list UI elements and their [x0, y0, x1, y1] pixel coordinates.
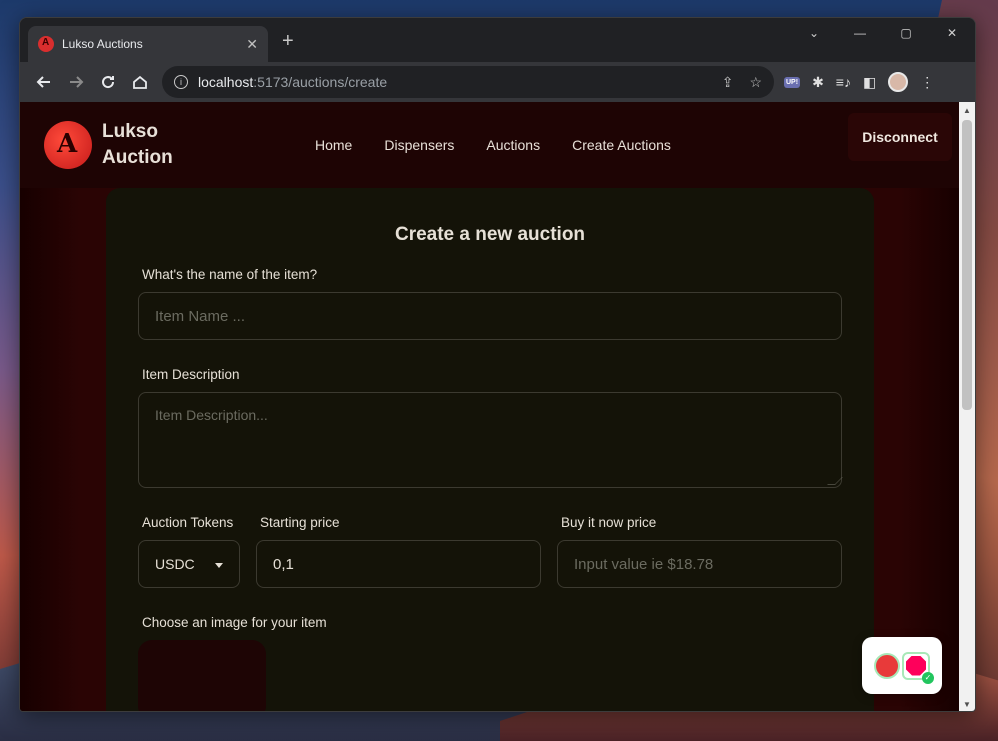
home-icon: [133, 75, 147, 89]
scroll-thumb[interactable]: [962, 120, 972, 410]
omnibox-actions: ⇪ ☆: [722, 74, 762, 91]
description-placeholder: Item Description...: [155, 407, 268, 423]
browser-toolbar: i localhost:5173/auctions/create ⇪ ☆ UP!…: [20, 62, 975, 102]
arrow-left-icon: [36, 76, 50, 88]
site-logo-text[interactable]: Lukso Auction: [102, 119, 173, 171]
browser-window: Lukso Auctions ✕ + ⌄ — ▢ ✕ i localhost:5…: [19, 17, 976, 712]
favicon-icon: [38, 36, 54, 52]
url-text: localhost:5173/auctions/create: [198, 74, 388, 90]
close-tab-icon[interactable]: ✕: [246, 36, 258, 53]
extensions-area: UP! ✱ ≡♪ ◧ ⋮: [784, 72, 934, 92]
home-button[interactable]: [124, 66, 156, 98]
lukso-auction-logo-icon: [874, 652, 900, 679]
browser-tab[interactable]: Lukso Auctions ✕: [28, 26, 268, 62]
close-window-button[interactable]: ✕: [929, 18, 975, 48]
window-controls: ⌄ — ▢ ✕: [791, 18, 975, 48]
auction-tokens-label: Auction Tokens: [142, 515, 234, 530]
site-info-icon[interactable]: i: [174, 75, 188, 89]
arrow-right-icon: [70, 76, 84, 88]
nav-auctions[interactable]: Auctions: [486, 137, 540, 153]
puzzle-icon[interactable]: ✱: [812, 74, 824, 91]
media-queue-icon[interactable]: ≡♪: [836, 74, 851, 90]
caret-down-icon: [215, 563, 223, 568]
new-tab-button[interactable]: +: [282, 30, 294, 53]
share-icon[interactable]: ⇪: [722, 74, 734, 91]
item-description-textarea[interactable]: Item Description...: [138, 392, 843, 488]
reload-button[interactable]: [92, 66, 124, 98]
title-bar: Lukso Auctions ✕ + ⌄ — ▢ ✕: [20, 18, 975, 62]
side-panel-icon[interactable]: ◧: [863, 74, 876, 91]
check-icon: ✓: [922, 671, 934, 684]
reload-icon: [102, 76, 115, 89]
lukso-logo-icon[interactable]: [44, 121, 92, 169]
selected-token: USDC: [155, 556, 195, 572]
minimize-button[interactable]: —: [837, 18, 883, 48]
wallet-extension-popup[interactable]: ✓: [862, 637, 942, 694]
item-description-label: Item Description: [142, 367, 240, 382]
starting-price-label: Starting price: [260, 515, 340, 530]
bookmark-star-icon[interactable]: ☆: [749, 74, 762, 91]
page-scrollbar[interactable]: ▲ ▼: [959, 102, 975, 711]
auction-tokens-select[interactable]: USDC: [138, 540, 240, 588]
scroll-up-icon[interactable]: ▲: [963, 106, 971, 115]
universal-profile-icon: ✓: [902, 651, 934, 684]
site-header: Lukso Auction Home Dispensers Auctions C…: [20, 102, 960, 188]
disconnect-button[interactable]: Disconnect: [848, 113, 952, 161]
forward-button[interactable]: [60, 66, 92, 98]
address-bar[interactable]: i localhost:5173/auctions/create ⇪ ☆: [162, 66, 774, 98]
nav-home[interactable]: Home: [315, 137, 352, 153]
nav-dispensers[interactable]: Dispensers: [384, 137, 454, 153]
profile-avatar[interactable]: [888, 72, 909, 92]
page-viewport: Lukso Auction Home Dispensers Auctions C…: [20, 102, 960, 711]
tab-title: Lukso Auctions: [62, 37, 143, 51]
item-name-input[interactable]: Item Name ...: [138, 292, 842, 340]
buy-now-price-label: Buy it now price: [561, 515, 657, 530]
maximize-button[interactable]: ▢: [883, 18, 929, 48]
up-icon[interactable]: UP!: [784, 76, 801, 88]
menu-icon[interactable]: ⋮: [920, 74, 934, 91]
nav-create-auctions[interactable]: Create Auctions: [572, 137, 671, 153]
resize-handle-icon[interactable]: [827, 477, 843, 485]
buy-now-price-input[interactable]: Input value ie $18.78: [557, 540, 842, 588]
create-auction-form: Create a new auction What's the name of …: [106, 188, 874, 711]
main-nav: Home Dispensers Auctions Create Auctions: [315, 102, 671, 188]
back-button[interactable]: [28, 66, 60, 98]
item-name-label: What's the name of the item?: [142, 267, 318, 282]
scroll-down-icon[interactable]: ▼: [963, 700, 971, 709]
form-title: Create a new auction: [394, 224, 586, 245]
page-body: Create a new auction What's the name of …: [20, 188, 960, 711]
image-upload-area[interactable]: [138, 640, 266, 711]
starting-price-input[interactable]: 0,1: [256, 540, 541, 588]
tab-search-button[interactable]: ⌄: [791, 18, 837, 48]
choose-image-label: Choose an image for your item: [142, 615, 327, 630]
